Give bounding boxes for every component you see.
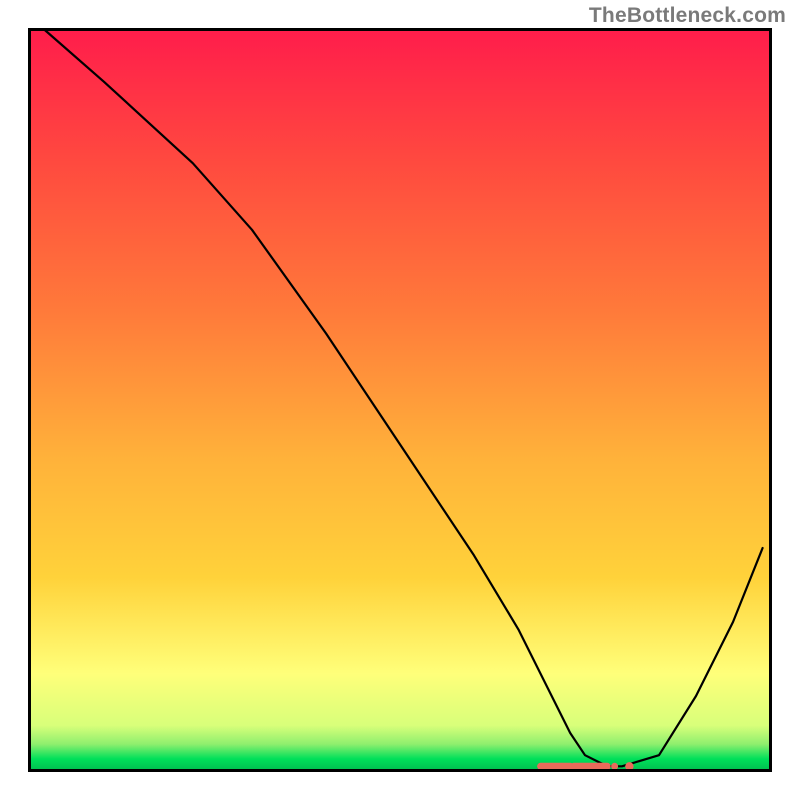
gradient-background <box>30 30 770 770</box>
bottleneck-chart <box>0 0 800 800</box>
chart-container: TheBottleneck.com <box>0 0 800 800</box>
